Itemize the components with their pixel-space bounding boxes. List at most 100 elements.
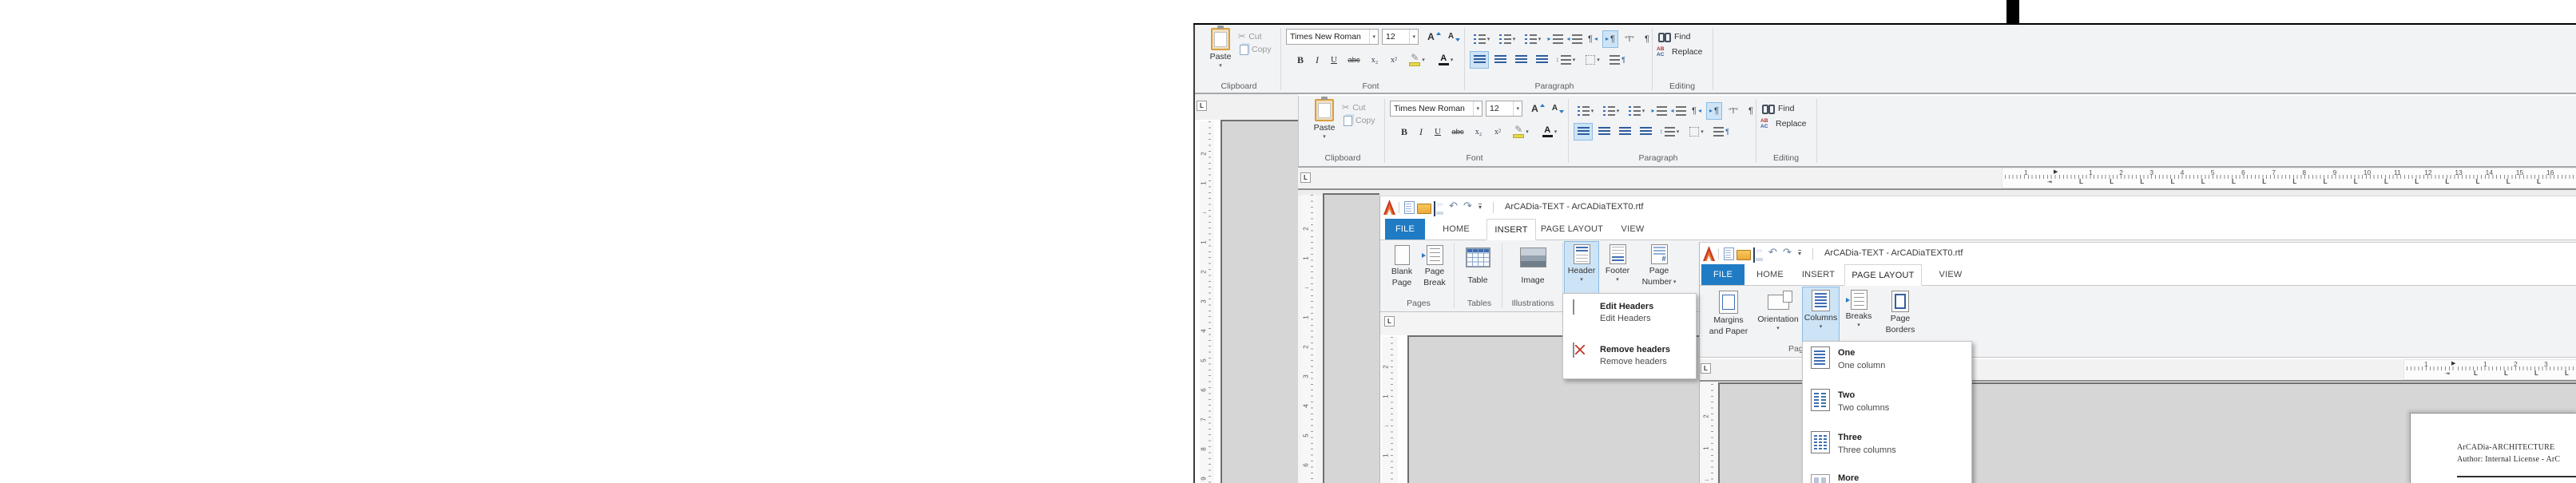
header-button[interactable]: Header ▾ — [1564, 241, 1599, 299]
ruler-tab-stops[interactable]: LLLLLLLLLLLLLLLL — [1298, 168, 2576, 187]
tab-insert[interactable]: INSERT — [1796, 264, 1840, 285]
menu-item-more-columns[interactable]: More — [1803, 472, 1970, 483]
strikethrough-button[interactable]: abc — [1447, 123, 1468, 141]
bold-button[interactable]: B — [1292, 51, 1308, 69]
increase-indent-button[interactable]: ▸ — [1650, 102, 1668, 120]
vertical-ruler[interactable]: 21↓123456789 — [1200, 121, 1214, 483]
tab-file[interactable]: FILE — [1385, 219, 1425, 240]
quick-access-dropdown-icon[interactable]: ▾ — [1798, 250, 1801, 257]
quoted-text-button[interactable]: “T” — [1724, 102, 1743, 120]
new-document-icon[interactable] — [1724, 247, 1734, 260]
numbered-list-button[interactable]: ▾ — [1599, 102, 1623, 120]
ltr-paragraph-button[interactable]: ▸¶ — [1602, 30, 1618, 48]
menu-item-one-column[interactable]: One One column — [1803, 345, 1970, 385]
underline-button[interactable]: U — [1430, 123, 1446, 141]
borders-button[interactable]: ▾ — [1582, 51, 1604, 69]
open-folder-icon[interactable] — [1417, 204, 1431, 214]
font-size-select[interactable]: 12 ▾ — [1486, 101, 1522, 117]
menu-item-edit-headers[interactable]: Edit Headers Edit Headers — [1563, 295, 1694, 335]
page-break-button[interactable]: PageBreak — [1419, 242, 1451, 296]
superscript-button[interactable]: x² — [1385, 51, 1403, 69]
justify-button[interactable] — [1636, 123, 1655, 141]
replace-button[interactable]: ABAC Replace — [1760, 118, 1807, 129]
document-page[interactable]: ArCADia-ARCHITECTURE Author: Internal Li… — [2410, 413, 2576, 483]
align-left-button[interactable] — [1470, 51, 1489, 69]
subscript-button[interactable]: x₂ — [1366, 51, 1383, 69]
new-document-icon[interactable] — [1404, 201, 1415, 214]
font-name-select[interactable]: Times New Roman ▾ — [1286, 29, 1379, 45]
tab-insert[interactable]: INSERT — [1486, 219, 1536, 240]
align-right-button[interactable] — [1511, 51, 1530, 69]
undo-icon[interactable]: ↶ — [1449, 200, 1458, 211]
underline-button[interactable]: U — [1326, 51, 1342, 69]
tab-stop-selector-button[interactable]: L — [1197, 101, 1207, 111]
tab-home[interactable]: HOME — [1750, 264, 1790, 285]
redo-icon[interactable]: ↷ — [1783, 247, 1792, 257]
shrink-font-button[interactable]: A — [1549, 101, 1567, 117]
multilevel-list-button[interactable]: ▾ — [1521, 30, 1545, 48]
columns-button[interactable]: Columns ▾ — [1802, 287, 1840, 344]
orientation-button[interactable]: Orientation ▾ — [1755, 287, 1801, 343]
vertical-ruler[interactable]: 21↓ — [1702, 384, 1717, 483]
shrink-font-button[interactable]: A — [1445, 29, 1463, 45]
font-size-select[interactable]: 12 ▾ — [1382, 29, 1419, 45]
title-bar[interactable]: ↶ ↷ ▾ ArCADia-TEXT - ArCADiaTEXT0.rtf — [1380, 196, 2576, 219]
tab-view[interactable]: VIEW — [1930, 264, 1971, 285]
margins-and-paper-button[interactable]: Marginsand Paper — [1704, 287, 1753, 343]
font-name-select[interactable]: Times New Roman ▾ — [1390, 101, 1482, 117]
bold-button[interactable]: B — [1396, 123, 1412, 141]
replace-button[interactable]: ABAC Replace — [1657, 46, 1703, 57]
page-borders-button[interactable]: PageBorders — [1878, 287, 1923, 343]
breaks-button[interactable]: Breaks ▾ — [1841, 287, 1876, 344]
align-center-button[interactable] — [1490, 51, 1510, 69]
align-right-button[interactable] — [1615, 123, 1634, 141]
copy-button[interactable]: Copy — [1240, 44, 1272, 55]
open-folder-icon[interactable] — [1737, 250, 1751, 260]
undo-icon[interactable]: ↶ — [1768, 247, 1777, 257]
copy-button[interactable]: Copy — [1344, 115, 1375, 126]
tab-page-layout[interactable]: PAGE LAYOUT — [1537, 219, 1607, 240]
line-spacing-button[interactable]: ↕▾ — [1657, 123, 1682, 141]
paste-button[interactable]: Paste ▾ — [1307, 99, 1342, 148]
horizontal-ruler[interactable]: L 1 ▶ ⇥ 12345678910111213141516 LLLLLLLL… — [1298, 168, 2576, 190]
rtl-paragraph-button[interactable]: ¶◂ — [1689, 102, 1705, 120]
multilevel-list-button[interactable]: ▾ — [1625, 102, 1649, 120]
footer-button[interactable]: Footer ▾ — [1601, 241, 1634, 299]
cut-button[interactable]: ✂ Cut — [1342, 102, 1366, 113]
tab-file[interactable]: FILE — [1701, 264, 1744, 285]
line-spacing-button[interactable]: ↕▾ — [1553, 51, 1578, 69]
image-button[interactable]: Image — [1506, 242, 1559, 296]
font-color-button[interactable]: A ▾ — [1433, 51, 1459, 69]
menu-item-three-columns[interactable]: Three Three columns — [1803, 430, 1970, 469]
grow-font-button[interactable]: A — [1425, 29, 1443, 45]
bullet-list-button[interactable]: ▾ — [1470, 30, 1494, 48]
numbered-list-button[interactable]: ▾ — [1495, 30, 1519, 48]
rtl-paragraph-button[interactable]: ¶◂ — [1585, 30, 1601, 48]
tab-stop-selector-button[interactable]: L — [1384, 316, 1395, 327]
increase-indent-button[interactable]: ▸ — [1546, 30, 1564, 48]
blank-page-button[interactable]: BlankPage — [1387, 242, 1417, 296]
quoted-text-button[interactable]: “T” — [1620, 30, 1639, 48]
highlight-button[interactable]: ✎ ▾ — [1404, 51, 1430, 69]
paste-button[interactable]: Paste ▾ — [1203, 28, 1238, 77]
strikethrough-button[interactable]: abc — [1344, 51, 1364, 69]
save-icon[interactable] — [1434, 201, 1435, 216]
italic-button[interactable]: I — [1414, 123, 1428, 141]
superscript-button[interactable]: x² — [1489, 123, 1506, 141]
grow-font-button[interactable]: A — [1529, 101, 1547, 117]
decrease-indent-button[interactable]: ◂ — [1566, 30, 1583, 48]
italic-button[interactable]: I — [1310, 51, 1324, 69]
font-color-button[interactable]: A ▾ — [1537, 123, 1562, 141]
vertical-ruler[interactable]: 21↓123456 — [1302, 195, 1316, 483]
paragraph-spacing-button[interactable]: ¶ — [1607, 51, 1628, 69]
tab-page-layout[interactable]: PAGE LAYOUT — [1844, 264, 1922, 286]
subscript-button[interactable]: x₂ — [1470, 123, 1487, 141]
redo-icon[interactable]: ↷ — [1463, 200, 1472, 211]
find-button[interactable]: Find — [1658, 31, 1690, 42]
justify-button[interactable] — [1532, 51, 1551, 69]
tab-view[interactable]: VIEW — [1610, 219, 1655, 240]
tab-home[interactable]: HOME — [1429, 219, 1483, 240]
page-number-button[interactable]: # Page Number▾ — [1636, 241, 1682, 299]
menu-item-two-columns[interactable]: Two Two columns — [1803, 387, 1970, 427]
table-button[interactable]: Table — [1459, 242, 1497, 296]
